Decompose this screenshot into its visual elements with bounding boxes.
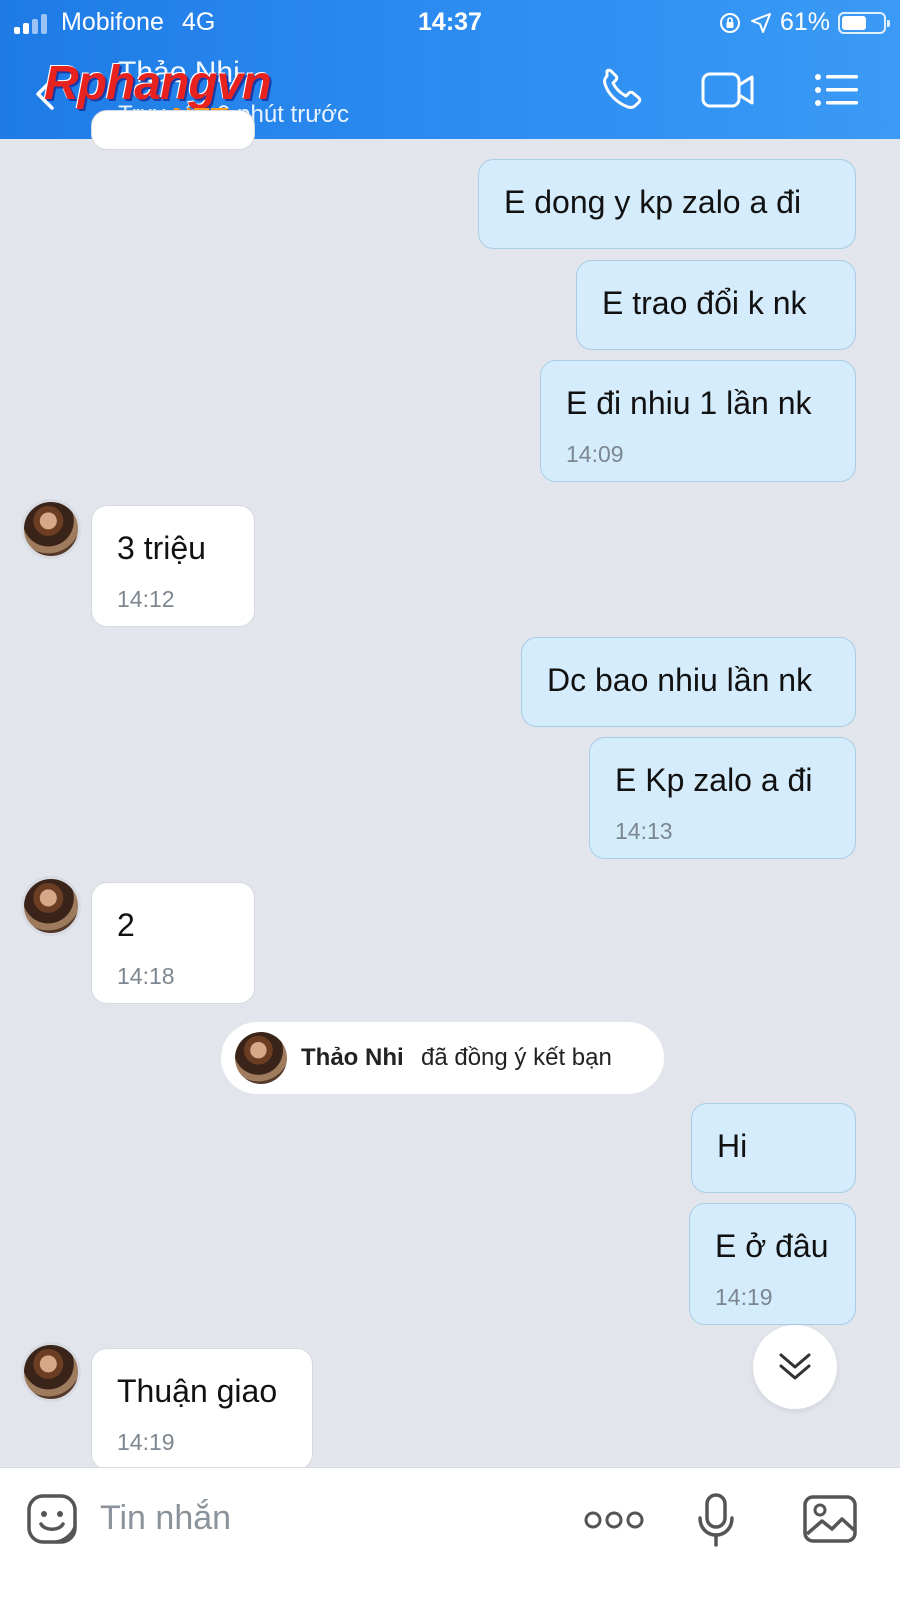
message-bubble-sent[interactable]: E đi nhiu 1 lần nk 14:09	[540, 360, 856, 482]
message-bubble-sent[interactable]: Dc bao nhiu lần nk	[521, 637, 856, 727]
message-bubble-sent[interactable]: E Kp zalo a đi 14:13	[589, 737, 856, 859]
image-gallery-button[interactable]	[802, 1494, 858, 1544]
message-time: 14:12	[117, 586, 175, 612]
contact-avatar[interactable]	[21, 1342, 81, 1402]
message-time: 14:19	[117, 1429, 175, 1455]
notice-avatar	[235, 1032, 287, 1084]
message-time: 14:13	[615, 818, 673, 844]
message-text: 3 triệu	[117, 530, 206, 566]
contact-avatar[interactable]	[21, 499, 81, 559]
microphone-button[interactable]	[696, 1492, 736, 1548]
scroll-to-bottom-button[interactable]	[753, 1325, 837, 1409]
double-chevron-down-icon	[779, 1353, 811, 1380]
message-text: E đi nhiu 1 lần nk	[566, 385, 812, 421]
message-bubble-partial	[91, 110, 255, 150]
status-right: 61%	[718, 8, 890, 37]
message-bubble-sent[interactable]: E ở đâu 14:19	[689, 1203, 856, 1325]
message-time: 14:18	[117, 963, 175, 989]
message-time: 14:09	[566, 441, 624, 467]
message-bubble-received[interactable]: 2 14:18	[91, 882, 255, 1004]
friend-accepted-notice: Thảo Nhi đã đồng ý kết bạn	[221, 1022, 664, 1094]
message-bubble-sent[interactable]: E dong y kp zalo a đi	[478, 159, 856, 249]
message-bubble-sent[interactable]: Hi	[691, 1103, 856, 1193]
message-composer	[0, 1467, 900, 1600]
menu-list-button[interactable]	[812, 68, 862, 112]
watermark-main: Rphangvn	[44, 57, 272, 110]
phone-call-button[interactable]	[597, 68, 647, 112]
sticker-emoji-button[interactable]	[26, 1493, 78, 1545]
message-text: Dc bao nhiu lần nk	[547, 662, 813, 698]
message-text: E trao đổi k nk	[602, 285, 807, 321]
message-bubble-received[interactable]: 3 triệu 14:12	[91, 505, 255, 627]
notice-name: Thảo Nhi	[301, 1044, 404, 1071]
status-bar: Mobifone 4G 14:37 61%	[0, 0, 900, 46]
message-text: E dong y kp zalo a đi	[504, 184, 802, 220]
message-bubble-received[interactable]: Thuận giao 14:19	[91, 1348, 313, 1470]
contact-avatar[interactable]	[21, 876, 81, 936]
battery-icon	[838, 11, 890, 34]
message-text: E Kp zalo a đi	[615, 762, 813, 798]
message-text: E ở đâu	[715, 1228, 829, 1264]
message-time: 14:19	[715, 1284, 773, 1310]
orientation-lock-icon	[719, 12, 740, 33]
video-call-button[interactable]	[700, 68, 756, 112]
battery-percent: 61%	[779, 8, 830, 36]
message-bubble-sent[interactable]: E trao đổi k nk	[576, 260, 856, 350]
message-text: Thuận giao	[117, 1373, 278, 1409]
message-input[interactable]	[100, 1496, 560, 1540]
location-icon	[750, 12, 771, 33]
more-options-icon[interactable]	[584, 1508, 644, 1532]
message-text: Hi	[717, 1128, 748, 1164]
notice-text: đã đồng ý kết bạn	[421, 1044, 612, 1071]
battery-fill	[842, 15, 867, 30]
message-text: 2	[117, 907, 135, 943]
